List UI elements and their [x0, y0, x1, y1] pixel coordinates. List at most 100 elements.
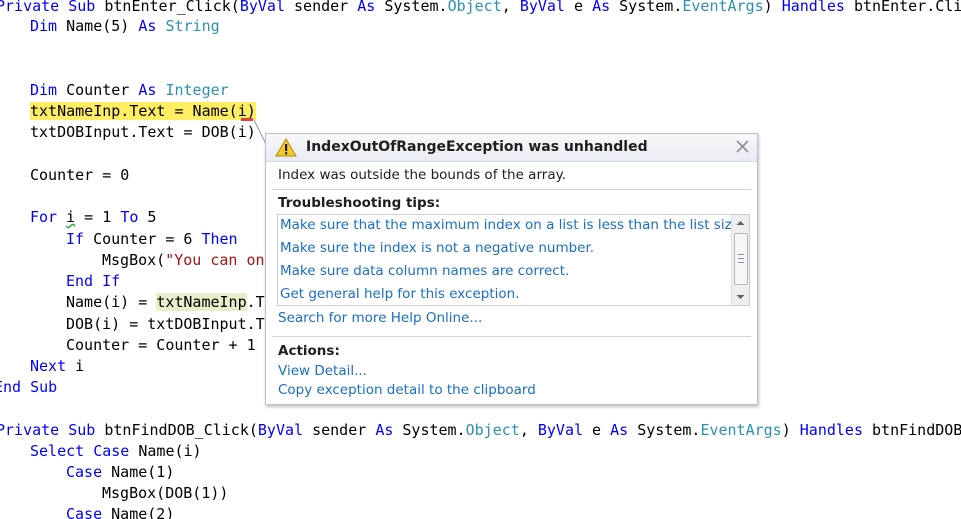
code-text: .T	[246, 293, 265, 311]
keyword: Sub	[68, 0, 96, 15]
tip-link-negative-index[interactable]: Make sure the index is not a negative nu…	[280, 238, 594, 258]
code-line-10[interactable]: End If	[66, 271, 120, 292]
keyword: Private	[0, 0, 60, 15]
tip-link-max-index[interactable]: Make sure that the maximum index on a li…	[280, 215, 744, 235]
code-line-16[interactable]: Private Sub btnFindDOB_Click(ByVal sende…	[0, 420, 961, 441]
keyword: As	[138, 17, 157, 35]
keyword: As	[138, 81, 157, 99]
code-line-6[interactable]: Counter = 0	[30, 165, 129, 186]
keyword: Private	[0, 421, 60, 439]
keyword: As	[375, 421, 394, 439]
code-text: Counter = 0	[30, 166, 130, 184]
code-line-7[interactable]: For i = 1 To 5	[30, 207, 156, 228]
tip-link-column-names[interactable]: Make sure data column names are correct.	[280, 261, 569, 281]
exception-title: IndexOutOfRangeException was unhandled	[306, 139, 648, 155]
code-text: MsgBox(	[102, 251, 166, 269]
code-text: btnFindDOB_Click(	[95, 421, 258, 439]
divider	[272, 336, 751, 337]
keyword: ByVal	[519, 0, 565, 15]
code-text: Name(2)	[102, 505, 175, 519]
code-text: i	[66, 208, 76, 226]
copy-exception-detail-link[interactable]: Copy exception detail to the clipboard	[278, 380, 536, 400]
code-line-18[interactable]: Case Name(1)	[66, 462, 174, 483]
tips-scrollbar[interactable]	[731, 215, 749, 305]
code-text: btnFindDOB.	[863, 421, 961, 439]
search-help-online-link[interactable]: Search for more Help Online...	[278, 308, 482, 328]
code-text: Counter = 6	[84, 230, 202, 248]
tip-link-general-help[interactable]: Get general help for this exception.	[280, 284, 519, 304]
code-line-4-current-statement[interactable]: txtNameInp.Text = Name(i)	[30, 101, 256, 122]
type-name: Integer	[165, 81, 229, 99]
code-text: Name(i)	[129, 442, 202, 460]
code-line-17[interactable]: Select Case Name(i)	[30, 441, 202, 462]
keyword: Case	[66, 463, 103, 481]
exception-message: Index was outside the bounds of the arra…	[278, 167, 566, 183]
code-text: btnEnter_Click(	[95, 0, 240, 15]
keyword: Handles	[781, 0, 845, 15]
type-name: String	[165, 17, 220, 35]
keyword: End	[0, 378, 22, 396]
code-text: ,	[501, 0, 520, 15]
type-name: EventArgs	[700, 421, 782, 439]
grip-line	[738, 258, 744, 259]
code-line-20[interactable]: Case Name(2)	[66, 504, 174, 519]
code-text: Counter	[57, 81, 139, 99]
scroll-down-arrow-icon[interactable]	[735, 292, 746, 302]
string-literal: "You can on	[165, 251, 265, 269]
keyword: ByVal	[239, 0, 285, 15]
code-line-5[interactable]: txtDOBInput.Text = DOB(i)	[30, 122, 256, 143]
type-name: EventArgs	[682, 0, 764, 15]
code-line-12[interactable]: DOB(i) = txtDOBInput.T	[66, 314, 265, 335]
code-text: System.	[393, 421, 466, 439]
scroll-up-arrow-icon[interactable]	[735, 218, 746, 228]
exception-assistant-popup[interactable]: IndexOutOfRangeException was unhandled I…	[265, 133, 758, 405]
code-text: )	[781, 421, 800, 439]
keyword: ByVal	[257, 421, 304, 439]
code-line-13[interactable]: Counter = Counter + 1	[66, 335, 256, 356]
code-line-1[interactable]: Private Sub btnEnter_Click(ByVal sender …	[0, 0, 961, 17]
keyword: As	[592, 0, 611, 15]
actions-heading: Actions:	[278, 343, 340, 359]
code-text: sender	[303, 421, 376, 439]
code-text: btnEnter.Clic	[844, 0, 961, 15]
close-icon[interactable]	[734, 138, 751, 155]
code-text: )	[763, 0, 782, 15]
keyword: Case	[66, 505, 103, 519]
keyword: Dim	[30, 17, 58, 35]
keyword: To	[120, 208, 139, 226]
code-text: Name(5)	[57, 17, 139, 35]
code-text: Counter = Counter + 1	[66, 336, 256, 354]
code-line-3[interactable]: Dim Counter As Integer	[30, 80, 229, 101]
code-line-8[interactable]: If Counter = 6 Then	[66, 229, 238, 250]
keyword: ByVal	[537, 421, 584, 439]
keyword: For	[30, 208, 58, 226]
keyword: As	[357, 0, 376, 15]
code-line-19[interactable]: MsgBox(DOB(1))	[102, 483, 228, 504]
code-text: txtDOBInput.Text = DOB(i)	[30, 123, 256, 141]
code-line-11[interactable]: Name(i) = txtNameInp.T	[66, 292, 265, 313]
code-text: Name(1)	[102, 463, 175, 481]
keyword: Sub	[30, 378, 58, 396]
code-line-2[interactable]: Dim Name(5) As String	[30, 16, 220, 37]
type-name: Object	[447, 0, 502, 15]
code-text: System.	[375, 0, 448, 15]
code-line-15[interactable]: End Sub	[0, 377, 57, 398]
keyword: Then	[201, 230, 238, 248]
view-detail-link[interactable]: View Detail...	[278, 361, 367, 381]
scrollbar-thumb[interactable]	[734, 233, 748, 285]
keyword: If	[66, 230, 85, 248]
keyword: As	[610, 421, 629, 439]
keyword: End	[66, 272, 94, 290]
code-line-9[interactable]: MsgBox("You can on	[102, 250, 265, 271]
code-text: i	[66, 357, 85, 375]
reference-highlight: txtNameInp	[156, 293, 247, 311]
code-text: MsgBox(DOB(1))	[102, 484, 229, 502]
code-text: System.	[610, 0, 683, 15]
code-line-14[interactable]: Next i	[30, 356, 84, 377]
troubleshooting-tips-list[interactable]: Make sure that the maximum index on a li…	[277, 214, 750, 306]
